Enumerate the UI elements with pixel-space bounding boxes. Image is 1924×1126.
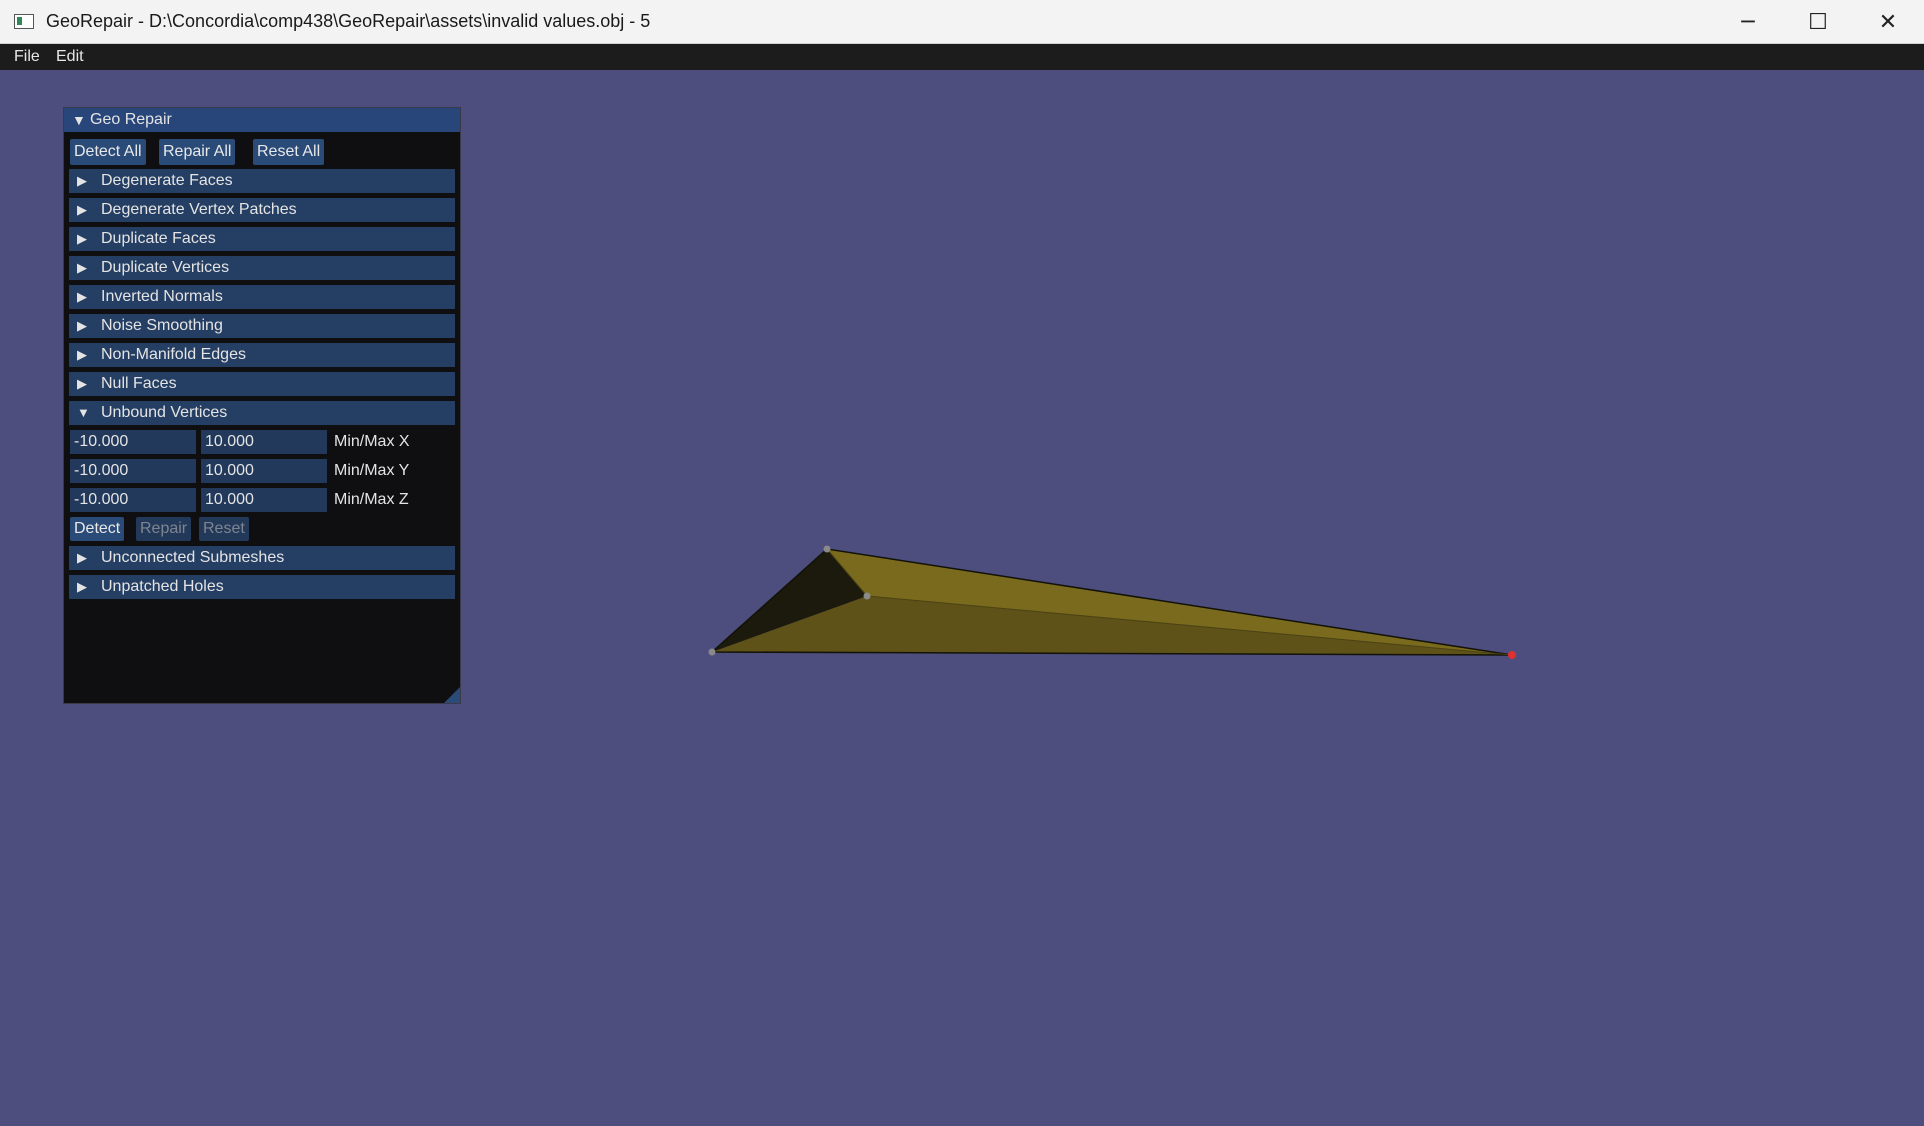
expand-arrow-icon: ▶ [77, 579, 87, 594]
section-duplicate-vertices[interactable]: ▶ Duplicate Vertices [69, 256, 455, 280]
section-noise-smoothing[interactable]: ▶ Noise Smoothing [69, 314, 455, 338]
min-z-input[interactable]: -10.000 [70, 488, 196, 512]
section-unconnected-submeshes[interactable]: ▶ Unconnected Submeshes [69, 546, 455, 570]
menu-bar: File Edit [0, 44, 1924, 70]
panel-title: Geo Repair [90, 111, 172, 128]
reset-all-button[interactable]: Reset All [253, 139, 325, 165]
mesh-vertex[interactable] [708, 648, 716, 656]
repair-all-button[interactable]: Repair All [159, 139, 236, 165]
max-x-input[interactable]: 10.000 [201, 430, 327, 454]
section-unbound-vertices[interactable]: ▼ Unbound Vertices [69, 401, 455, 425]
section-null-faces[interactable]: ▶ Null Faces [69, 372, 455, 396]
section-non-manifold-edges[interactable]: ▶ Non-Manifold Edges [69, 343, 455, 367]
section-duplicate-faces[interactable]: ▶ Duplicate Faces [69, 227, 455, 251]
detect-button[interactable]: Detect [70, 517, 125, 541]
min-max-y-label: Min/Max Y [334, 462, 410, 479]
section-degenerate-faces[interactable]: ▶ Degenerate Faces [69, 169, 455, 193]
section-unpatched-holes[interactable]: ▶ Unpatched Holes [69, 575, 455, 599]
section-inverted-normals[interactable]: ▶ Inverted Normals [69, 285, 455, 309]
window-title: GeoRepair - D:\Concordia\comp438\GeoRepa… [46, 11, 651, 31]
expand-arrow-icon: ▶ [77, 260, 87, 275]
collapse-arrow-icon: ▼ [77, 405, 90, 420]
mesh-vertex[interactable] [863, 592, 871, 600]
min-x-input[interactable]: -10.000 [70, 430, 196, 454]
expand-arrow-icon: ▶ [77, 231, 87, 246]
resize-grip[interactable] [444, 687, 460, 703]
menu-edit[interactable]: Edit [56, 48, 84, 66]
panel-title-bar[interactable]: ▼ Geo Repair [64, 108, 460, 132]
reset-button[interactable]: Reset [199, 517, 249, 541]
expand-arrow-icon: ▶ [77, 347, 87, 362]
expand-arrow-icon: ▶ [77, 376, 87, 391]
max-z-input[interactable]: 10.000 [201, 488, 327, 512]
expand-arrow-icon: ▶ [77, 202, 87, 217]
mesh-vertex[interactable] [823, 545, 831, 553]
min-max-x-label: Min/Max X [334, 433, 410, 450]
collapse-arrow-icon[interactable]: ▼ [72, 108, 86, 132]
repair-button[interactable]: Repair [136, 517, 192, 541]
minimize-button[interactable]: ─ [1713, 0, 1783, 44]
detect-all-button[interactable]: Detect All [70, 139, 146, 165]
mesh-vertex-highlighted[interactable] [1508, 651, 1516, 659]
expand-arrow-icon: ▶ [77, 550, 87, 565]
max-y-input[interactable]: 10.000 [201, 459, 327, 483]
close-button[interactable]: ✕ [1853, 0, 1923, 44]
expand-arrow-icon: ▶ [77, 289, 87, 304]
maximize-button[interactable]: ☐ [1783, 0, 1853, 44]
section-degenerate-vertex-patches[interactable]: ▶ Degenerate Vertex Patches [69, 198, 455, 222]
min-y-input[interactable]: -10.000 [70, 459, 196, 483]
title-bar: GeoRepair - D:\Concordia\comp438\GeoRepa… [0, 0, 1924, 44]
expand-arrow-icon: ▶ [77, 318, 87, 333]
geo-repair-panel: ▼ Geo Repair Detect All Repair All Reset… [63, 107, 461, 704]
min-max-z-label: Min/Max Z [334, 491, 409, 508]
expand-arrow-icon: ▶ [77, 173, 87, 188]
menu-file[interactable]: File [14, 48, 40, 66]
app-icon [14, 14, 34, 29]
